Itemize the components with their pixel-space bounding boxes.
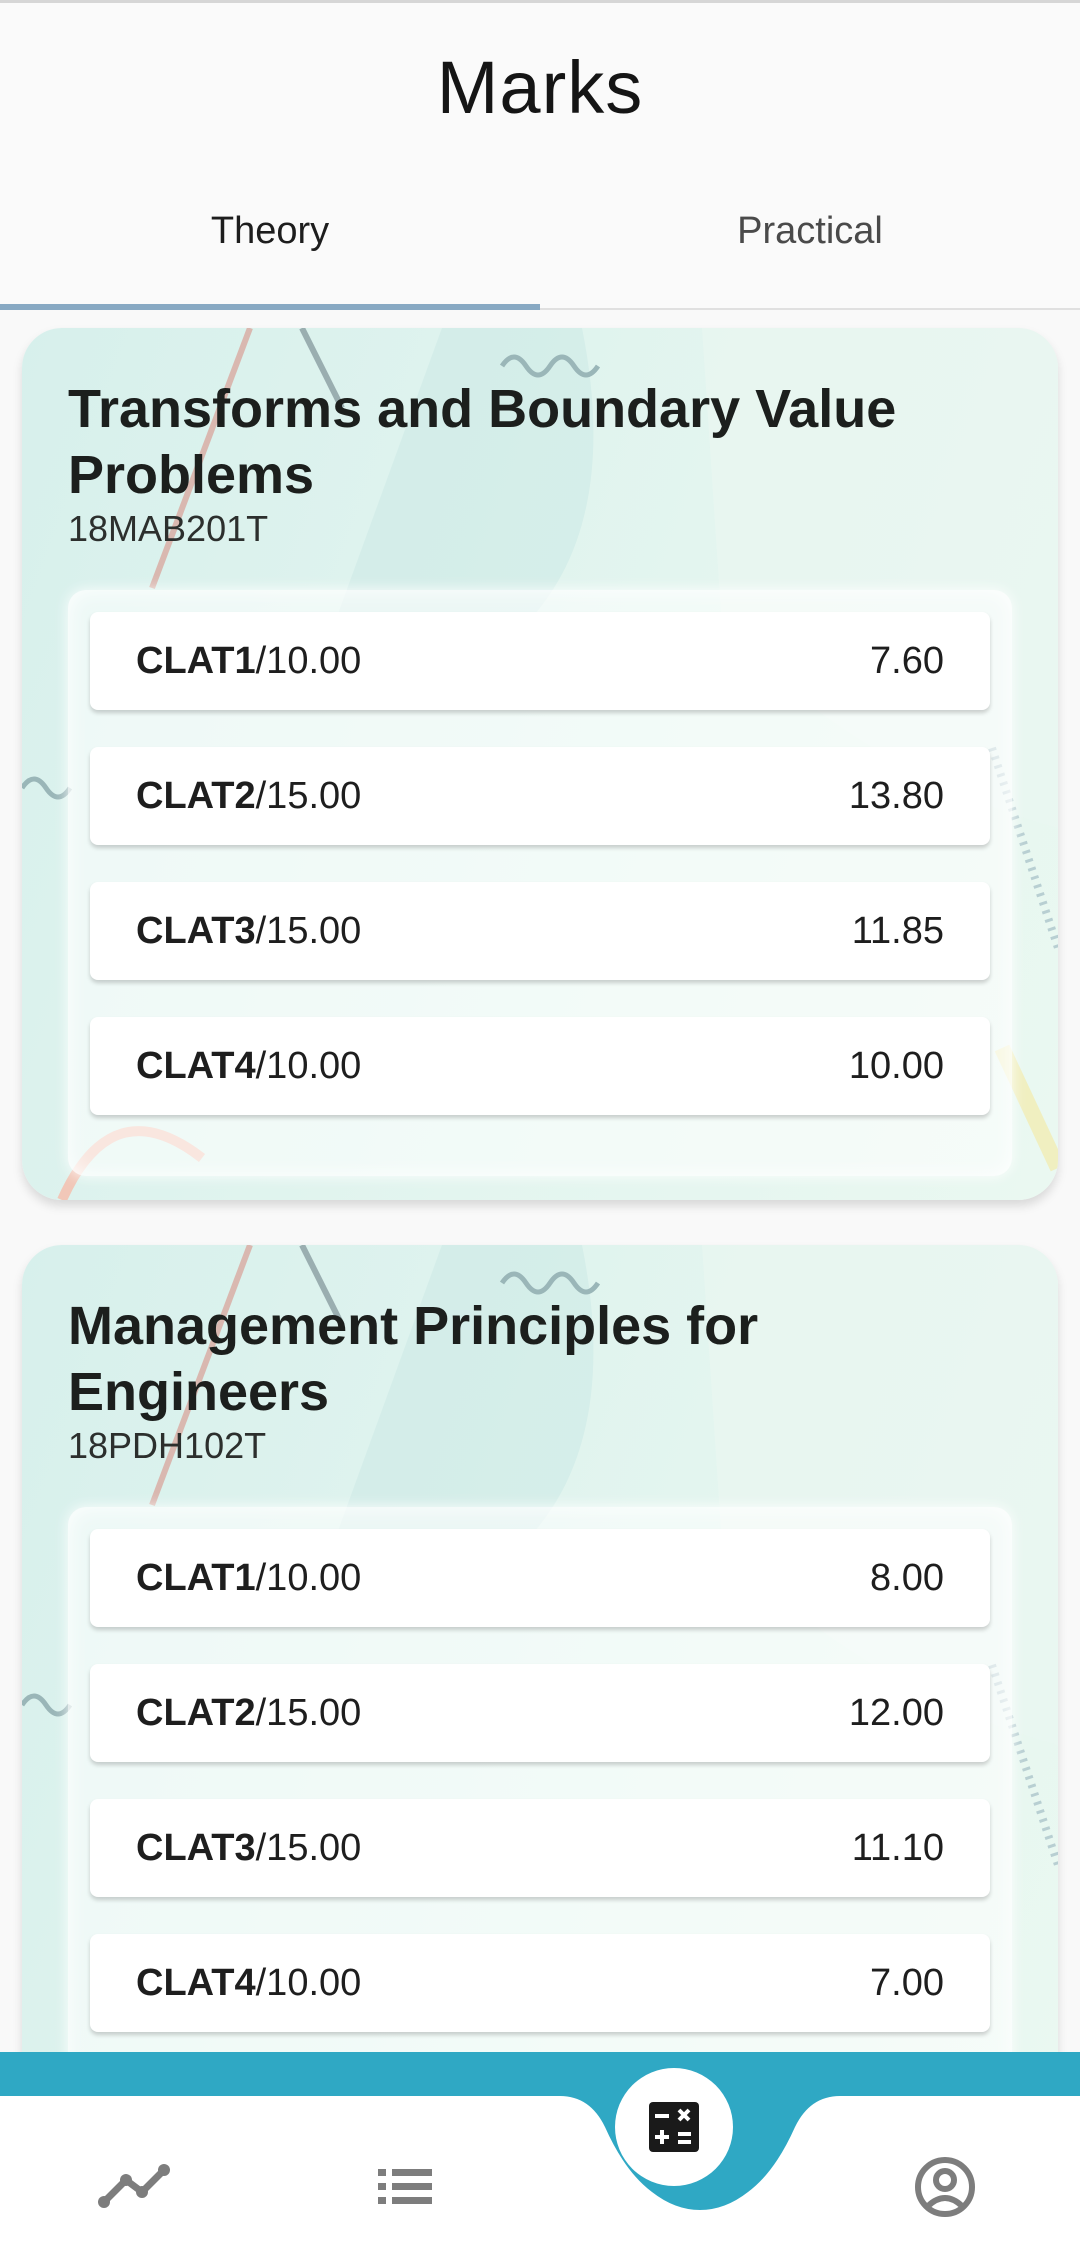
- mark-max: /10.00: [255, 1962, 362, 2004]
- course-card: Transforms and Boundary Value Problems 1…: [22, 328, 1058, 1200]
- nav-profile-button[interactable]: [900, 2144, 990, 2230]
- marks-panel: CLAT1/10.00 7.60 CLAT2/15.00 13.80 CLAT3…: [68, 590, 1012, 1176]
- mark-row: CLAT4/10.00 10.00: [90, 1017, 990, 1115]
- mark-row: CLAT2/15.00 12.00: [90, 1664, 990, 1762]
- mark-row: CLAT2/15.00 13.80: [90, 747, 990, 845]
- mark-max: /15.00: [255, 1692, 362, 1734]
- mark-max: /10.00: [255, 1557, 362, 1599]
- mark-name: CLAT2: [136, 1692, 256, 1734]
- mark-max: /10.00: [255, 640, 362, 682]
- course-card: Management Principles for Engineers 18PD…: [22, 1245, 1058, 2145]
- mark-max: /10.00: [255, 1045, 362, 1087]
- active-tab-indicator: [0, 304, 540, 310]
- mark-name: CLAT1: [136, 1557, 256, 1599]
- marks-panel: CLAT1/10.00 8.00 CLAT2/15.00 12.00 CLAT3…: [68, 1507, 1012, 2093]
- profile-icon: [915, 2157, 975, 2217]
- mark-name: CLAT4: [136, 1962, 256, 2004]
- mark-row: CLAT1/10.00 7.60: [90, 612, 990, 710]
- mark-name: CLAT3: [136, 1827, 256, 1869]
- mark-value: 8.00: [870, 1557, 944, 1599]
- mark-value: 7.00: [870, 1962, 944, 2004]
- mark-value: 11.85: [851, 910, 944, 952]
- mark-name: CLAT1: [136, 640, 256, 682]
- mark-name: CLAT2: [136, 775, 256, 817]
- tab-bar: Theory Practical: [0, 175, 1080, 310]
- nav-list-button[interactable]: [360, 2152, 450, 2222]
- mark-value: 11.10: [851, 1827, 944, 1869]
- mark-max: /15.00: [255, 910, 362, 952]
- mark-value: 10.00: [848, 1045, 944, 1087]
- course-code: 18MAB201T: [68, 508, 269, 549]
- tab-theory[interactable]: Theory: [0, 210, 540, 253]
- mark-value: 7.60: [870, 640, 944, 682]
- mark-max: /15.00: [255, 1827, 362, 1869]
- nav-marks-button[interactable]: [615, 2068, 733, 2186]
- mark-value: 12.00: [848, 1692, 944, 1734]
- page-title: Marks: [436, 46, 644, 129]
- tab-practical[interactable]: Practical: [540, 210, 1080, 253]
- course-title: Management Principles for Engineers: [68, 1296, 759, 1422]
- mark-max: /15.00: [255, 775, 362, 817]
- course-title: Transforms and Boundary Value Problems: [68, 379, 897, 505]
- mark-value: 13.80: [848, 775, 944, 817]
- mark-name: CLAT4: [136, 1045, 256, 1087]
- bottom-navigation: [0, 2052, 1080, 2258]
- trend-line-icon: [98, 2164, 170, 2208]
- mark-row: CLAT3/15.00 11.10: [90, 1799, 990, 1897]
- mark-name: CLAT3: [136, 910, 256, 952]
- mark-row: CLAT4/10.00 7.00: [90, 1934, 990, 2032]
- calculator-icon: [615, 2068, 733, 2186]
- list-icon: [378, 2169, 432, 2204]
- nav-analytics-button[interactable]: [90, 2152, 180, 2222]
- mark-row: CLAT1/10.00 8.00: [90, 1529, 990, 1627]
- course-code: 18PDH102T: [68, 1425, 267, 1466]
- mark-row: CLAT3/15.00 11.85: [90, 882, 990, 980]
- app-header: Marks: [0, 3, 1080, 175]
